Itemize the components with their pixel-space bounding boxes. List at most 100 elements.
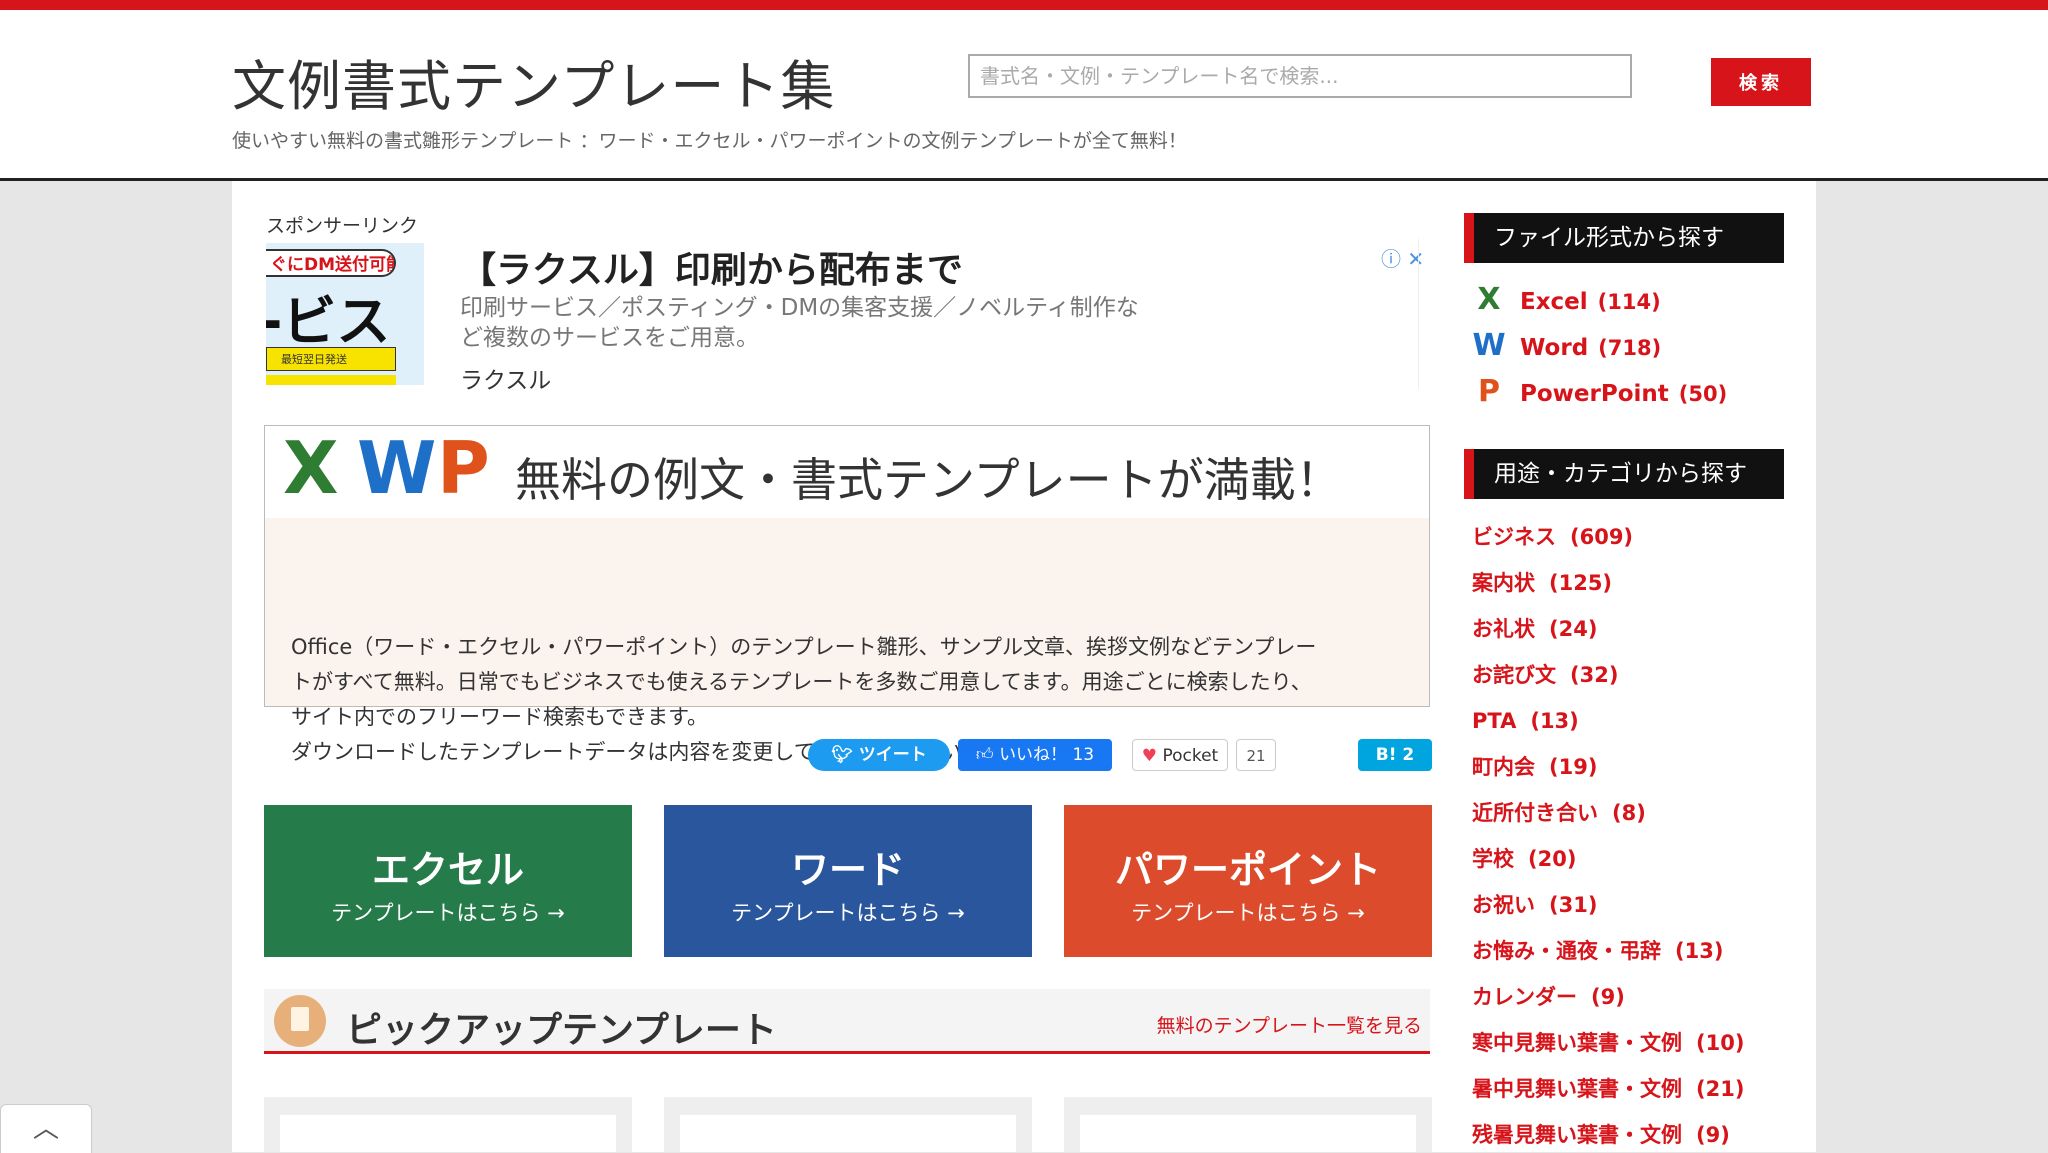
excel-logo-icon: X <box>283 426 339 510</box>
category-name: お悔み・通夜・弔辞 <box>1472 939 1661 963</box>
category-count: (20) <box>1528 847 1577 871</box>
search-button[interactable]: 検索 <box>1711 58 1811 106</box>
category-count: (13) <box>1530 709 1579 733</box>
ad-divider <box>1418 239 1419 389</box>
word-logo-icon: W <box>357 426 437 510</box>
category-count: (125) <box>1549 571 1613 595</box>
category-link[interactable]: 近所付き合い (8) <box>1472 795 1646 831</box>
search-input[interactable] <box>968 54 1632 98</box>
back-to-top-button[interactable]: ︿ <box>0 1104 92 1153</box>
category-name: 町内会 <box>1472 755 1535 779</box>
category-link[interactable]: 寒中見舞い葉書・文例 (10) <box>1472 1025 1744 1061</box>
hero-text-line: トがすべて無料。日常でもビジネスでも使えるテンプレートを多数ご用意してます。用途… <box>291 670 1312 694</box>
format-link-powerpoint[interactable]: P PowerPoint (50) <box>1472 373 1727 411</box>
category-name: 学校 <box>1472 847 1514 871</box>
category-link[interactable]: 残暑見舞い葉書・文例 (9) <box>1472 1117 1730 1152</box>
facebook-like-button[interactable]: 👍︎ いいね！ 13 <box>958 739 1112 771</box>
category-name: お礼状 <box>1472 617 1535 641</box>
ad-title[interactable]: 【ラクスル】印刷から配布まで <box>460 241 963 293</box>
category-name: 案内状 <box>1472 571 1535 595</box>
document-icon <box>274 995 326 1047</box>
tile-subtitle: テンプレートはこちら → <box>731 901 965 925</box>
format-count: (718) <box>1598 336 1662 360</box>
format-count: (114) <box>1597 290 1661 314</box>
category-name: 近所付き合い <box>1472 801 1598 825</box>
category-link[interactable]: ビジネス (609) <box>1472 519 1633 555</box>
category-count: (21) <box>1696 1077 1745 1101</box>
category-name: ビジネス <box>1472 525 1556 549</box>
formats-heading: ファイル形式から探す <box>1464 213 1784 263</box>
powerpoint-logo-icon: P <box>437 426 490 510</box>
template-thumbnail[interactable] <box>1064 1097 1432 1152</box>
category-name: 暑中見舞い葉書・文例 <box>1472 1077 1682 1101</box>
pickup-header: ピックアップテンプレート 無料のテンプレート一覧を見る <box>264 989 1430 1054</box>
category-link[interactable]: PTA (13) <box>1472 703 1579 739</box>
category-name: お祝い <box>1472 893 1535 917</box>
tile-title: エクセル <box>371 848 524 892</box>
tweet-label: ツイート <box>858 745 927 765</box>
like-label: いいね！ 13 <box>999 745 1095 765</box>
category-name: お詫び文 <box>1472 663 1556 687</box>
sponsor-label: スポンサーリンク <box>266 215 419 237</box>
ad-description[interactable]: 印刷サービス／ポスティング・DMの集客支援／ノベルティ制作など複数のサービスをご… <box>460 293 1160 353</box>
category-link[interactable]: 暑中見舞い葉書・文例 (21) <box>1472 1071 1744 1107</box>
pocket-icon: ♥︎ <box>1141 746 1163 766</box>
thumbnail-preview <box>1080 1115 1416 1152</box>
word-category-tile[interactable]: ワード テンプレートはこちら → <box>664 805 1032 957</box>
category-name: 残暑見舞い葉書・文例 <box>1472 1123 1682 1147</box>
category-count: (9) <box>1696 1123 1730 1147</box>
hatena-bookmark-button[interactable]: B! 2 <box>1358 739 1432 771</box>
category-count: (9) <box>1591 985 1625 1009</box>
all-templates-link[interactable]: 無料のテンプレート一覧を見る <box>1157 1011 1422 1038</box>
format-link-excel[interactable]: X Excel (114) <box>1472 281 1661 319</box>
powerpoint-category-tile[interactable]: パワーポイント テンプレートはこちら → <box>1064 805 1432 957</box>
pickup-title: ピックアップテンプレート <box>346 1010 777 1051</box>
category-link[interactable]: カレンダー (9) <box>1472 979 1625 1015</box>
thumbs-up-icon: 👍︎ <box>975 745 1000 765</box>
powerpoint-icon: P <box>1478 374 1500 409</box>
category-count: (609) <box>1570 525 1634 549</box>
category-link[interactable]: 案内状 (125) <box>1472 565 1612 601</box>
thumbnail-preview <box>680 1115 1016 1152</box>
site-header: 文例書式テンプレート集 使いやすい無料の書式雛形テンプレート ：ワード・エクセル… <box>0 10 2048 181</box>
category-link[interactable]: お詫び文 (32) <box>1472 657 1618 693</box>
top-accent-bar <box>0 0 2048 10</box>
hero-header: X W P 無料の例文・書式テンプレートが満載！ <box>265 426 1429 518</box>
category-count: (32) <box>1570 663 1619 687</box>
tile-title: パワーポイント <box>1114 848 1381 892</box>
category-link[interactable]: 町内会 (19) <box>1472 749 1597 785</box>
ad-image[interactable]: ぐにDM送付可能 -ビス 最短翌日発送 <box>266 243 424 385</box>
format-name: Excel <box>1520 289 1588 315</box>
category-count: (8) <box>1612 801 1646 825</box>
ad-image-big-text: -ビス <box>266 290 391 353</box>
template-thumbnail[interactable] <box>664 1097 1032 1152</box>
hero-title: 無料の例文・書式テンプレートが満載！ <box>515 453 1342 507</box>
main-content: スポンサーリンク ぐにDM送付可能 -ビス 最短翌日発送 【ラクスル】印刷から配… <box>232 181 1816 1152</box>
word-icon: W <box>1472 328 1506 363</box>
site-title[interactable]: 文例書式テンプレート集 <box>232 42 835 121</box>
pocket-button[interactable]: ♥︎ Pocket <box>1132 739 1228 771</box>
format-link-word[interactable]: W Word (718) <box>1472 327 1661 365</box>
ad-image-stripe <box>266 375 396 385</box>
tile-title: ワード <box>790 848 905 892</box>
category-count: (13) <box>1675 939 1724 963</box>
twitter-bird-icon: 🐦︎ <box>831 745 859 765</box>
category-count: (19) <box>1549 755 1598 779</box>
category-link[interactable]: 学校 (20) <box>1472 841 1576 877</box>
format-count: (50) <box>1678 382 1728 406</box>
category-link[interactable]: お祝い (31) <box>1472 887 1597 923</box>
categories-heading: 用途・カテゴリから探す <box>1464 449 1784 499</box>
format-name: PowerPoint <box>1520 381 1669 407</box>
category-name: 寒中見舞い葉書・文例 <box>1472 1031 1682 1055</box>
template-thumbnail[interactable] <box>264 1097 632 1152</box>
category-link[interactable]: お悔み・通夜・弔辞 (13) <box>1472 933 1723 969</box>
pocket-label: Pocket <box>1162 746 1219 766</box>
category-name: カレンダー <box>1472 985 1577 1009</box>
category-link[interactable]: お礼状 (24) <box>1472 611 1597 647</box>
hero-box: X W P 無料の例文・書式テンプレートが満載！ Office（ワード・エクセル… <box>264 425 1430 764</box>
pocket-count: 21 <box>1236 739 1276 771</box>
ad-brand[interactable]: ラクスル <box>460 361 551 395</box>
excel-category-tile[interactable]: エクセル テンプレートはこちら → <box>264 805 632 957</box>
ad-image-small-text: 最短翌日発送 <box>266 347 396 371</box>
tweet-button[interactable]: 🐦︎ ツイート <box>808 739 950 771</box>
